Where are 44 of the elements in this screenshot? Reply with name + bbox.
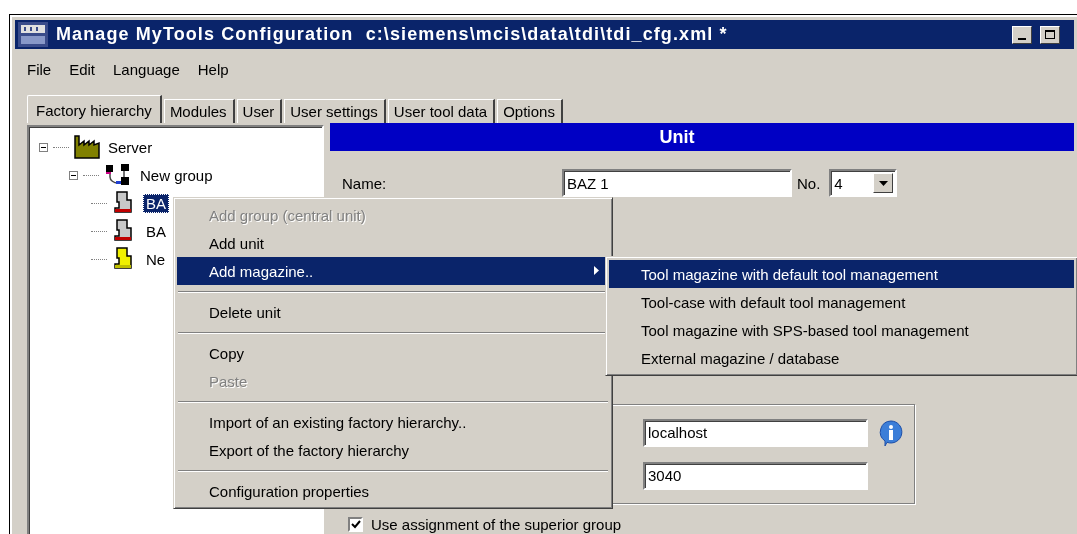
menu-item[interactable]: External magazine / database: [609, 344, 1074, 372]
info-icon[interactable]: [877, 418, 905, 447]
menu-item[interactable]: Add unit: [177, 229, 609, 257]
dropdown-arrow-icon: [878, 180, 888, 186]
menu-item[interactable]: Delete unit: [177, 298, 609, 326]
tree-item[interactable]: Server: [105, 137, 156, 157]
tab[interactable]: Options: [497, 99, 563, 123]
tab[interactable]: User: [236, 99, 283, 123]
menu-item[interactable]: Tool-case with default tool management: [609, 288, 1074, 316]
app-icon: [18, 22, 48, 47]
field-label: No.: [797, 174, 821, 192]
menu-item[interactable]: Language: [105, 58, 188, 78]
tree-item[interactable]: New group: [137, 165, 216, 185]
number-combo-box[interactable]: 4: [829, 169, 898, 197]
checkbox[interactable]: [348, 517, 363, 532]
panel-header: Unit: [330, 123, 1074, 151]
window-title: Manage MyTools Configuration c:\siemens\mcis\data\tdi\tdi_cfg.xml *: [56, 24, 728, 45]
minimize-button[interactable]: [1012, 25, 1032, 44]
menu-item[interactable]: Import of an existing factory hierarchy..: [177, 408, 609, 436]
port-field[interactable]: 3040: [643, 461, 868, 490]
menu-item[interactable]: Edit: [61, 58, 104, 78]
host-field[interactable]: localhost: [643, 418, 868, 447]
name-field[interactable]: BAZ 1: [562, 169, 792, 197]
menu-item[interactable]: Copy: [177, 339, 609, 367]
tree-item[interactable]: Ne: [143, 249, 169, 269]
tab[interactable]: Modules: [163, 99, 235, 123]
menu-item[interactable]: Tool magazine with SPS-based tool management: [609, 316, 1074, 344]
field-label: Name:: [342, 174, 388, 192]
collapse-toggle-icon[interactable]: [39, 142, 48, 152]
factory-icon: [74, 135, 100, 159]
tree-item[interactable]: BA: [143, 193, 169, 213]
network-icon: [104, 163, 132, 187]
tab[interactable]: User tool data: [387, 99, 496, 123]
menu-item[interactable]: Export of the factory hierarchy: [177, 436, 609, 464]
menu-item[interactable]: File: [19, 58, 60, 78]
tab[interactable]: User settings: [284, 99, 386, 123]
tree-item[interactable]: BA: [143, 221, 169, 241]
menu-item[interactable]: Configuration properties: [177, 477, 609, 505]
tab[interactable]: Factory hierarchy: [27, 95, 162, 123]
checkbox-label: Use assignment of the superior group: [371, 516, 622, 533]
menu-item[interactable]: Help: [189, 58, 237, 78]
maximize-button[interactable]: [1040, 25, 1060, 44]
collapse-toggle-icon[interactable]: [69, 170, 78, 180]
menu-item[interactable]: Tool magazine with default tool management: [609, 260, 1074, 288]
